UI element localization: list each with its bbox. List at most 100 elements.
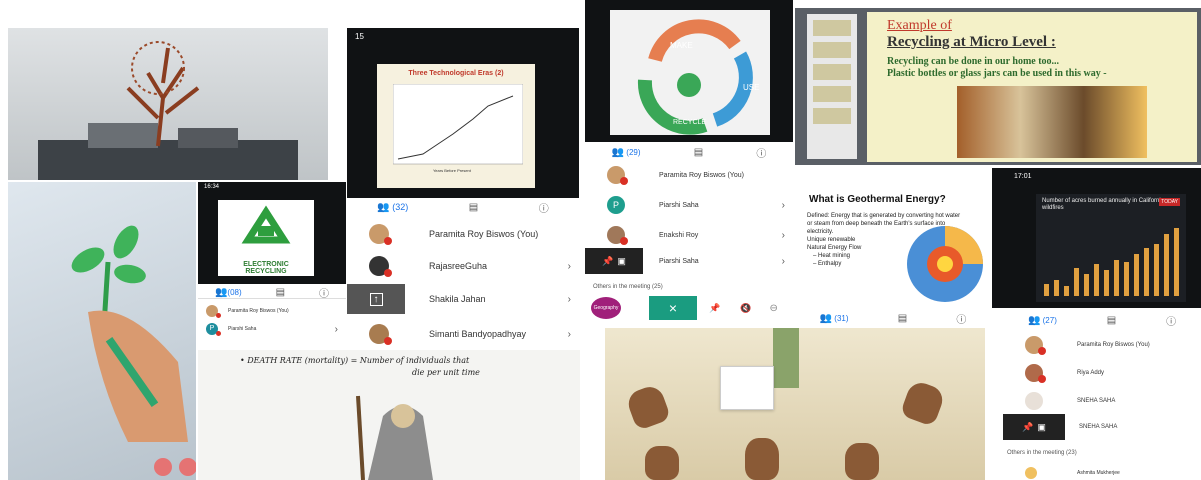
e-recycling-logo: ELECTRONIC RECYCLING (218, 200, 314, 276)
participant-row[interactable]: ↑ Shakila Jahan › (347, 284, 579, 314)
e-recycling-label-2: RECYCLING (245, 268, 287, 275)
people-icon: 👥 (819, 312, 833, 324)
info-icon[interactable]: ⓘ (539, 200, 549, 215)
geography-chip[interactable]: Geography (591, 297, 621, 319)
pin-icon: 📌 (602, 255, 614, 266)
wildfire-chart-screen: 17:01 Number of acres burned annually in… (992, 168, 1201, 308)
chat-icon[interactable]: ▤ (276, 287, 285, 298)
remove-icon[interactable]: ⊖ (769, 303, 777, 314)
slide-line-1: Recycling can be done in our home too... (887, 56, 1060, 67)
chevron-right-icon: › (567, 260, 571, 272)
close-icon[interactable]: × (649, 296, 697, 320)
e-recycling-phone: 16:34 ELECTRONIC RECYCLING 👥(08) ▤ ⓘ Par… (198, 182, 346, 348)
pin-icon[interactable]: 📌 (709, 303, 720, 314)
participant-row[interactable]: 📌 ▣ SNEHA SAHA (1003, 414, 1201, 440)
participant-row[interactable]: Paramita Roy Biswos (You) (206, 303, 346, 319)
participant-row[interactable]: P Piarshi Saha › (607, 194, 793, 216)
chevron-right-icon: › (781, 199, 785, 211)
people-tab[interactable]: 👥 (27) (1028, 315, 1057, 326)
participant-row[interactable]: Enakshi Roy › (607, 224, 793, 246)
avatar (206, 305, 221, 318)
participant-row[interactable]: 📌 ▣ Piarshi Saha › (585, 248, 793, 274)
grim-reaper-drawing (356, 395, 433, 480)
death-rate-line-1: • DEATH RATE (mortality) = Number of ind… (240, 356, 470, 365)
avatar (1025, 392, 1043, 410)
people-tab[interactable]: 👥 (32) (377, 202, 408, 213)
chat-icon[interactable]: ▤ (469, 202, 478, 213)
chevron-right-icon: › (334, 323, 338, 335)
chat-icon[interactable]: ▤ (694, 147, 703, 158)
meet-tabs[interactable]: 👥 (27) ▤ ⓘ (1003, 312, 1201, 328)
participant-row[interactable]: SNEHA SAHA (1025, 390, 1201, 412)
x-axis-label: Years Before Present (433, 168, 472, 173)
info-icon[interactable]: ⓘ (756, 145, 766, 160)
present-icon: ▣ (617, 255, 626, 266)
participant-row[interactable]: P Piarshi Saha › (206, 321, 346, 337)
participant-row[interactable]: RajasreeGuha › (369, 254, 579, 278)
participant-row[interactable]: Paramita Roy Biswos (You) (607, 164, 793, 186)
chat-icon[interactable]: ▤ (898, 313, 907, 324)
plant-drawing (71, 225, 196, 476)
meet-tabs[interactable]: 👥(08) ▤ ⓘ (198, 285, 346, 300)
others-header: Others in the meeting (23) (1007, 450, 1077, 456)
tree-illustration (38, 41, 298, 180)
others-header: Others in the meeting (25) (593, 284, 663, 290)
pin-icon: 📌 (1022, 421, 1034, 432)
meet-panel-b: 👥 (29) ▤ ⓘ Paramita Roy Biswos (You) P P… (585, 142, 793, 320)
slide-line-2: Plastic bottles or glass jars can be use… (887, 68, 1107, 79)
tree-ewaste-photo (8, 28, 328, 180)
participant-row[interactable]: Simanti Bandyopadhyay › (369, 322, 579, 346)
chevron-right-icon: › (781, 229, 785, 241)
mic-off-icon[interactable] (154, 458, 172, 476)
people-icon: 👥 (377, 201, 390, 213)
camera-off-icon[interactable] (179, 458, 196, 476)
hand (745, 438, 779, 480)
eras-curve-chart: Years Before Present (393, 84, 523, 173)
slide-thumbnail-rail[interactable] (807, 14, 857, 159)
people-icon: 👥 (611, 146, 625, 158)
meeting-control-bar: Geography × 📌 🔇 ⊖ (585, 296, 793, 320)
participant-row[interactable]: Paramita Roy Biswos (You) (1025, 334, 1201, 356)
eras-slide: Three Technological Eras (2) Years Befor… (377, 64, 535, 188)
avatar (369, 324, 392, 345)
dollar-bill (773, 328, 799, 388)
mute-icon[interactable]: 🔇 (740, 303, 751, 314)
info-icon[interactable]: ⓘ (956, 311, 966, 326)
people-tab[interactable]: 👥 (31) (820, 313, 849, 324)
geothermal-title: What is Geothermal Energy? (809, 194, 946, 205)
eras-phone-screen: 15 Three Technological Eras (2) Years Be… (347, 28, 579, 198)
death-rate-notes: • DEATH RATE (mortality) = Number of ind… (198, 350, 580, 480)
today-badge: TODAY (1159, 198, 1180, 206)
present-icon: ▣ (1037, 421, 1046, 432)
meet-tabs[interactable]: 👥 (31) ▤ ⓘ (795, 310, 991, 326)
people-icon: 👥 (214, 286, 228, 298)
people-tab[interactable]: 👥(08) (215, 287, 242, 298)
e-recycling-label-1: ELECTRONIC (243, 261, 289, 268)
participant-row[interactable]: Paramita Roy Biswos (You) (369, 222, 579, 246)
status-time: 15 (355, 32, 364, 41)
chat-icon[interactable]: ▤ (1107, 315, 1116, 326)
hand (645, 446, 679, 480)
death-rate-line-2: die per unit time (412, 368, 480, 377)
present-screen-tile: ↑ (347, 284, 405, 314)
avatar (1025, 364, 1046, 383)
use-label: USE (743, 83, 759, 92)
avatar (1025, 336, 1046, 355)
participant-row[interactable]: Ashmita Mukherjee (1025, 466, 1201, 480)
jar-photos (957, 86, 1147, 158)
earth-core-illustration (907, 226, 983, 302)
info-icon[interactable]: ⓘ (1166, 313, 1176, 328)
hand (899, 378, 947, 428)
meet-tabs[interactable]: 👥 (32) ▤ ⓘ (347, 198, 579, 216)
avatar (607, 166, 628, 185)
recycle-icon (241, 205, 291, 244)
status-time: 17:01 (1014, 173, 1032, 180)
avatar: P (206, 323, 221, 336)
info-icon[interactable]: ⓘ (319, 285, 329, 300)
meet-tabs[interactable]: 👥 (29) ▤ ⓘ (585, 144, 793, 160)
meet-panel-d: 👥 (31) ▤ ⓘ (795, 308, 991, 328)
participant-row[interactable]: Riya Addy (1025, 362, 1201, 384)
presenting-tile: 📌 ▣ (585, 248, 643, 274)
people-tab[interactable]: 👥 (29) (612, 147, 641, 158)
context-menu[interactable] (720, 366, 774, 410)
